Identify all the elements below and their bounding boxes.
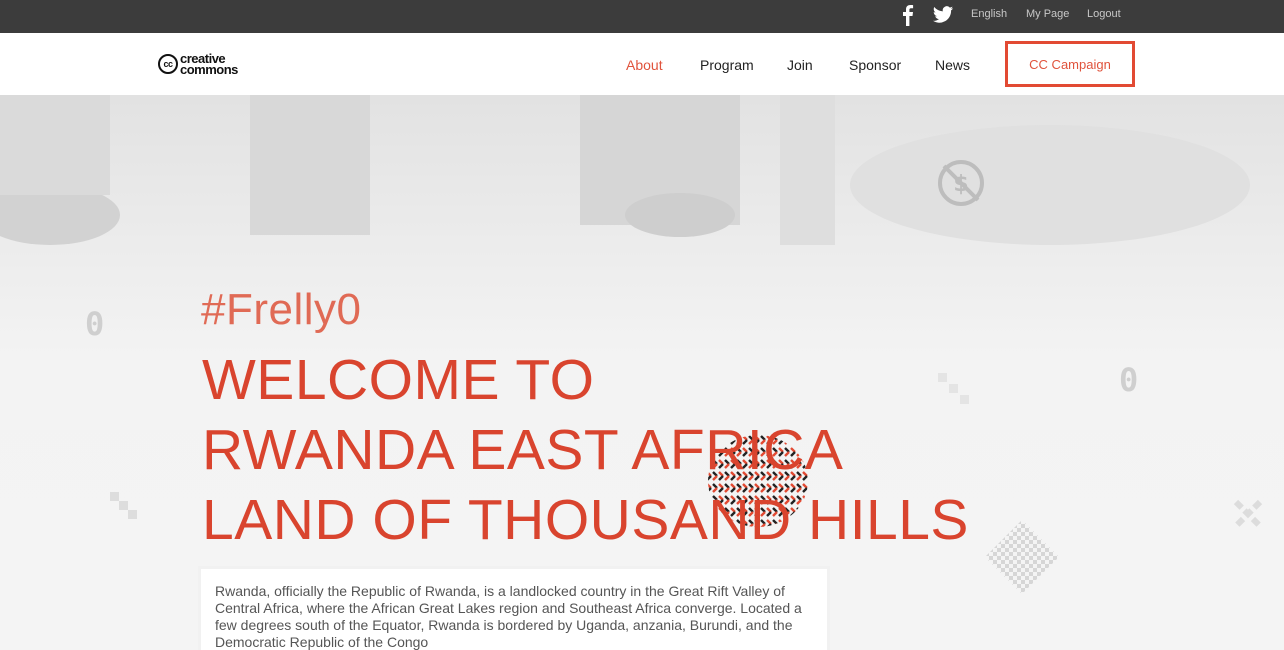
nav-item-join[interactable]: Join (787, 57, 813, 73)
cc-campaign-button[interactable]: CC Campaign (1005, 41, 1135, 87)
x-mark-icon (1233, 499, 1263, 529)
twitter-icon[interactable] (932, 4, 954, 26)
background-photo (0, 95, 1250, 245)
zero-glyph-right: 0 (1119, 361, 1139, 399)
square-cluster-left (110, 492, 137, 519)
logo-wordmark: creative commons (180, 52, 238, 77)
nav-item-program[interactable]: Program (700, 57, 754, 73)
top-utility-bar: English My Page Logout (0, 0, 1284, 33)
cc-badge-icon: cc (158, 54, 178, 74)
nav-item-news[interactable]: News (935, 57, 970, 73)
checker-diamond-grey (985, 520, 1059, 594)
hero-section: $ 0 0 #Frelly0 (0, 95, 1284, 650)
hero-headline: WELCOME TO RWANDA EAST AFRICA LAND OF TH… (202, 345, 969, 555)
my-page-link[interactable]: My Page (1026, 8, 1069, 20)
hashtag-title: #Frelly0 (201, 285, 362, 334)
creative-commons-logo[interactable]: cc creative commons (158, 52, 238, 77)
headline-line-3: LAND OF THOUSAND HILLS (202, 488, 969, 552)
headline-line-1: WELCOME TO (202, 348, 595, 412)
nav-item-sponsor[interactable]: Sponsor (849, 57, 901, 73)
no-dollar-icon: $ (938, 160, 984, 206)
main-navbar: cc creative commons About Program Join S… (0, 33, 1284, 95)
language-link[interactable]: English (971, 8, 1007, 20)
nav-item-about[interactable]: About (626, 57, 663, 73)
headline-line-2: RWANDA EAST AFRICA (202, 418, 844, 482)
facebook-icon[interactable] (899, 4, 917, 26)
zero-glyph-left: 0 (85, 305, 105, 343)
description-card: Rwanda, officially the Republic of Rwand… (198, 566, 830, 650)
logo-line-2: commons (180, 62, 238, 77)
logout-link[interactable]: Logout (1087, 8, 1121, 20)
